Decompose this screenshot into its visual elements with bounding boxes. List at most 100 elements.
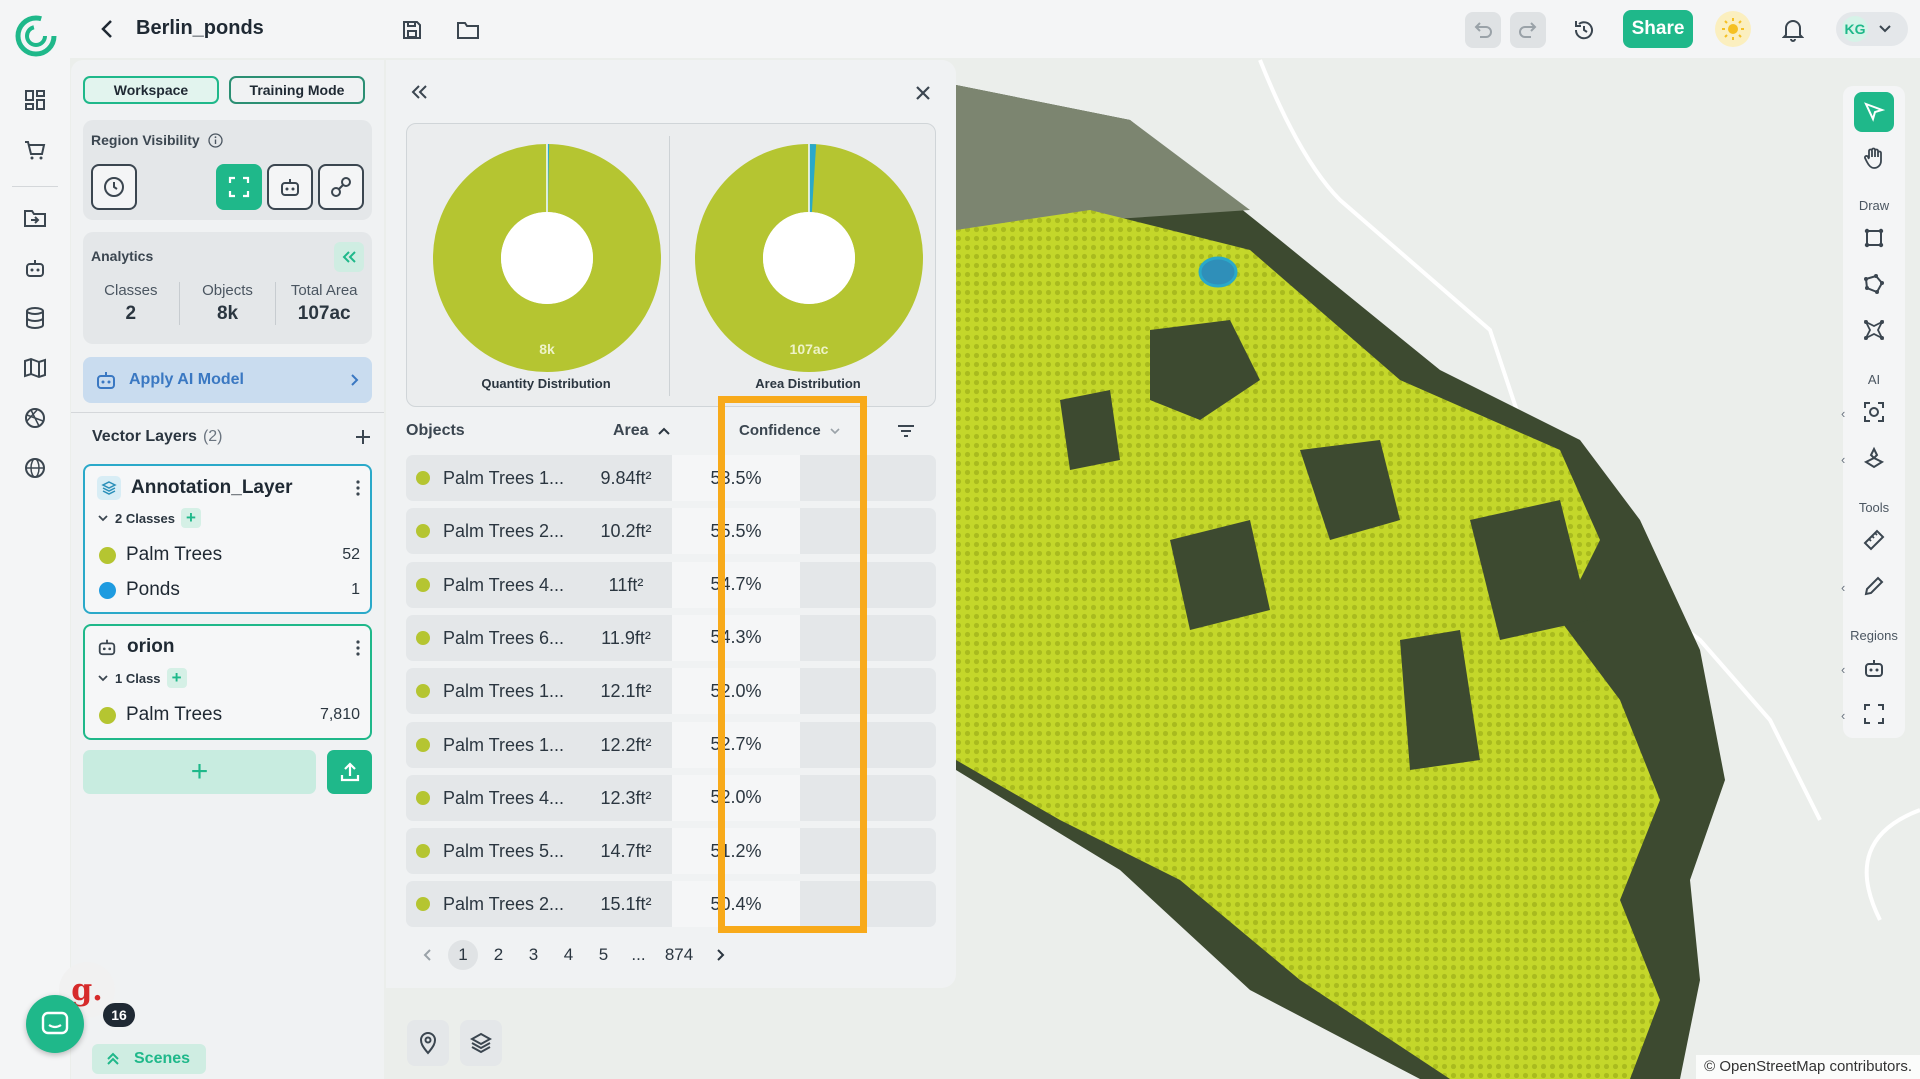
stat-classes: Classes 2 [104,282,158,324]
object-area: 15.1ft² [600,894,652,915]
object-area: 9.84ft² [600,468,652,488]
history-icon[interactable] [1566,12,1602,48]
robot-icon [95,369,117,391]
chevron-left-icon[interactable] [410,940,445,970]
ai-detect-icon[interactable] [1854,392,1894,432]
sun-icon[interactable] [1715,11,1751,47]
layer-card-orion[interactable]: orion 1 Class + Palm Trees 7,810 [83,624,372,740]
bounding-box-icon[interactable] [1854,218,1894,258]
add-class-button[interactable]: + [166,668,187,688]
training-mode-button[interactable]: Training Mode [229,76,365,104]
location-pin-icon[interactable] [407,1020,449,1066]
class-row-palm-trees[interactable]: Palm Trees 52 [99,544,360,566]
confidence-column-highlight [718,396,867,933]
user-menu[interactable]: KG [1836,12,1908,46]
class-row-palm-trees[interactable]: Palm Trees 7,810 [99,704,360,726]
save-icon[interactable] [394,12,430,48]
folder-import-icon[interactable] [19,202,51,234]
road [1864,808,1920,921]
object-name: Palm Trees 4... [443,787,565,808]
class-row-ponds[interactable]: Ponds 1 [99,579,360,601]
chevron-down-icon [97,513,109,523]
cart-icon[interactable] [19,134,51,166]
classes-count-label: 2 Classes [115,510,175,526]
area-column-header[interactable]: Area [613,422,671,440]
database-icon[interactable] [19,302,51,334]
fullscreen-icon[interactable] [1854,694,1894,734]
workspace-mode-button[interactable]: Workspace [83,76,219,104]
more-vertical-icon[interactable] [356,640,360,656]
globe-grid-icon[interactable] [19,402,51,434]
upload-button[interactable] [327,750,372,794]
polygon-icon[interactable] [1854,264,1894,304]
vertex-polygon-icon[interactable] [1854,310,1894,350]
add-class-button[interactable]: + [181,508,201,528]
orthophoto [1060,390,1120,470]
stat-total-area: Total Area 107ac [275,282,372,325]
scenes-button[interactable]: Scenes [92,1044,206,1074]
layers-icon[interactable] [460,1020,502,1066]
classes-toggle[interactable]: 2 Classes + [97,508,201,528]
left-panel: Workspace Training Mode Region Visibilit… [71,60,384,1079]
class-color-dot [416,897,430,912]
chevron-left-icon[interactable] [92,14,122,44]
object-name: Palm Trees 4... [443,574,565,595]
object-name: Palm Trees 1... [443,468,565,488]
robot-region-button[interactable] [267,164,313,210]
folder-icon[interactable] [450,12,486,48]
chevron-left-icon: ‹ [1841,580,1846,595]
ruler-icon[interactable] [1854,520,1894,560]
page-3[interactable]: 3 [516,940,551,970]
page-ellipsis[interactable]: ... [621,940,656,970]
close-icon[interactable] [914,84,932,102]
undo-icon[interactable] [1465,12,1501,48]
filter-icon[interactable] [896,423,916,439]
dashboard-icon[interactable] [19,84,51,116]
bell-icon[interactable] [1775,12,1811,48]
fullscreen-region-button[interactable] [216,164,262,210]
logo-icon[interactable] [14,14,58,58]
page-1[interactable]: 1 [448,940,478,970]
apply-ai-model-button[interactable]: Apply AI Model [83,357,372,403]
object-area: 12.1ft² [600,681,652,702]
select-cursor-icon[interactable] [1854,92,1894,132]
clock-toggle-button[interactable] [91,164,137,210]
chevrons-left-icon[interactable] [410,84,428,100]
layer-card-annotation[interactable]: Annotation_Layer 2 Classes + Palm Trees … [83,464,372,614]
chat-button[interactable] [26,995,84,1053]
hand-pan-icon[interactable] [1854,138,1894,178]
divider [71,412,384,413]
class-name: Ponds [126,579,180,600]
redo-icon[interactable] [1510,12,1546,48]
pencil-icon[interactable] [1854,566,1894,606]
page-last[interactable]: 874 [656,940,702,970]
info-icon[interactable] [208,132,223,148]
classes-toggle[interactable]: 1 Class + [97,668,187,688]
segment-region-button[interactable] [318,164,364,210]
globe-icon[interactable] [19,452,51,484]
analytics-stats: Classes 2 Objects 8k Total Area 107ac [83,282,372,325]
class-color-dot [416,844,430,859]
robot-icon[interactable] [1854,648,1894,688]
page-2[interactable]: 2 [481,940,516,970]
apply-ai-model-label: Apply AI Model [129,371,244,388]
add-layer-button[interactable]: + [83,750,316,794]
add-layer-icon[interactable] [354,428,372,446]
class-name: Palm Trees [126,544,223,565]
more-vertical-icon[interactable] [356,480,360,496]
map-icon[interactable] [19,352,51,384]
object-name: Palm Trees 2... [443,894,565,915]
chevrons-left-icon[interactable] [334,242,364,272]
ai-section-label: AI [1867,372,1881,387]
page-4[interactable]: 4 [551,940,586,970]
object-area: 11ft² [608,574,644,595]
page-5[interactable]: 5 [586,940,621,970]
ai-segment-icon[interactable] [1854,438,1894,478]
share-button[interactable]: Share [1623,10,1693,48]
objects-column-header[interactable]: Objects [406,422,465,440]
pond-annotation[interactable] [1198,256,1238,288]
object-name: Palm Trees 1... [443,734,565,755]
distribution-charts: 8k 107ac [406,123,936,407]
robot-icon[interactable] [19,252,51,284]
chevron-right-icon[interactable] [702,940,737,970]
